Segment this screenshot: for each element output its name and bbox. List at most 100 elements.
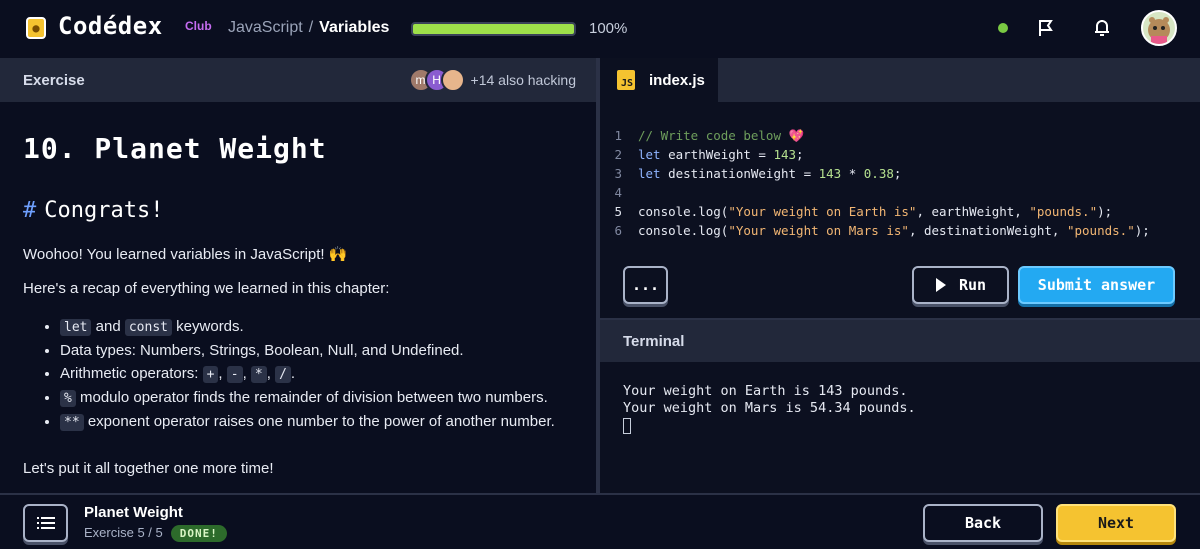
terminal-cursor bbox=[623, 418, 631, 434]
progress-fill bbox=[413, 24, 574, 34]
footer-exercise-progress: Exercise 5 / 5 DONE! bbox=[84, 525, 227, 542]
code-line: 2 let earthWeight = 143; bbox=[600, 145, 1200, 164]
list-item: Data types: Numbers, Strings, Boolean, N… bbox=[60, 339, 573, 362]
code-chip: % bbox=[60, 390, 76, 407]
code-text: console.log( bbox=[638, 204, 729, 219]
line-number: 1 bbox=[614, 128, 622, 143]
code-text: ); bbox=[1134, 223, 1150, 238]
logo-coin-icon[interactable]: ● bbox=[26, 17, 46, 39]
list-text: and bbox=[95, 318, 121, 335]
code-string: "Your weight on Mars is" bbox=[728, 223, 909, 238]
list-item: % modulo operator finds the remainder of… bbox=[60, 386, 573, 410]
list-sep: , bbox=[218, 365, 223, 382]
file-tab-label: index.js bbox=[649, 71, 705, 89]
logo-text[interactable]: Codédex bbox=[58, 12, 163, 40]
breadcrumb-separator: / bbox=[308, 19, 314, 36]
code-text: ; bbox=[796, 147, 804, 162]
code-string: "pounds." bbox=[1066, 223, 1135, 238]
list-item: ** exponent operator raises one number t… bbox=[60, 410, 573, 434]
online-status-dot bbox=[998, 23, 1008, 33]
next-button[interactable]: Next bbox=[1056, 504, 1176, 542]
list-item: Arithmetic operators: +, -, *, /. bbox=[60, 362, 573, 386]
code-line: 5 console.log("Your weight on Earth is", … bbox=[600, 202, 1200, 221]
list-text: exponent operator raises one number to t… bbox=[87, 413, 555, 430]
play-icon bbox=[935, 278, 946, 292]
code-text: , destinationWeight, bbox=[908, 223, 1067, 238]
line-number: 3 bbox=[614, 166, 622, 181]
code-chip: const bbox=[124, 319, 172, 336]
list-text: Arithmetic operators: bbox=[60, 365, 199, 382]
code-chip: / bbox=[275, 366, 291, 383]
list-end: . bbox=[290, 365, 296, 382]
exercise-content: 10. Planet Weight # Congrats! Woohoo! You… bbox=[0, 132, 596, 479]
bell-icon[interactable] bbox=[1090, 16, 1114, 40]
file-tab[interactable]: JS index.js bbox=[600, 58, 718, 102]
breadcrumb-current[interactable]: Variables bbox=[319, 19, 389, 36]
terminal-bar: Terminal bbox=[600, 318, 1200, 362]
code-number: 143 bbox=[773, 147, 797, 162]
code-number: 143 bbox=[818, 166, 842, 181]
exercise-progress-text: Exercise 5 / 5 bbox=[84, 525, 163, 540]
back-button[interactable]: Back bbox=[923, 504, 1043, 542]
code-chip: - bbox=[226, 366, 243, 383]
more-options-button[interactable]: ... bbox=[623, 266, 668, 304]
code-editor: JS index.js 1 // Write code below 💖 2 let … bbox=[600, 58, 1200, 318]
code-chip: ** bbox=[60, 414, 84, 431]
code-text: ); bbox=[1097, 204, 1113, 219]
exercise-panel: Exercise m H +14 also hacking 10. Planet… bbox=[0, 58, 596, 493]
exercise-list-button[interactable] bbox=[23, 504, 68, 542]
also-hacking-count: +14 also hacking bbox=[470, 72, 576, 88]
code-text: , earthWeight, bbox=[916, 204, 1030, 219]
line-number: 6 bbox=[614, 223, 622, 238]
list-text: keywords. bbox=[176, 318, 244, 335]
hacker-avatar-photo bbox=[440, 68, 465, 92]
heading-hash: # bbox=[23, 198, 37, 223]
exercise-panel-bar: Exercise m H +14 also hacking bbox=[0, 58, 596, 102]
exercise-panel-title: Exercise bbox=[23, 71, 85, 89]
section-heading-text: Congrats! bbox=[44, 198, 164, 223]
list-sep: , bbox=[242, 365, 247, 382]
progress-bar bbox=[411, 22, 576, 36]
top-header: ● Codédex Club JavaScript / Variables 100% bbox=[0, 0, 1200, 58]
breadcrumb-course[interactable]: JavaScript bbox=[228, 19, 303, 36]
exercise-title: 10. Planet Weight bbox=[23, 132, 327, 165]
code-line: 6 console.log("Your weight on Mars is", d… bbox=[600, 221, 1200, 240]
code-text: ; bbox=[893, 166, 902, 181]
js-file-icon: JS bbox=[617, 70, 635, 90]
code-string: "Your weight on Earth is" bbox=[728, 204, 917, 219]
run-button-label: Run bbox=[958, 276, 987, 294]
line-number: 5 bbox=[614, 204, 622, 219]
terminal-output[interactable]: Your weight on Earth is 143 pounds. Your … bbox=[600, 362, 1200, 460]
terminal-panel: Terminal Your weight on Earth is 143 pou… bbox=[600, 318, 1200, 493]
user-avatar[interactable] bbox=[1141, 10, 1177, 46]
list-item: let and const keywords. bbox=[60, 315, 573, 339]
logo-club-badge: Club bbox=[185, 19, 212, 33]
code-keyword: let bbox=[638, 147, 661, 162]
code-area[interactable]: 1 // Write code below 💖 2 let earthWeight … bbox=[600, 126, 1200, 240]
code-line: 1 // Write code below 💖 bbox=[600, 126, 1200, 145]
terminal-line: Your weight on Earth is 143 pounds. bbox=[623, 383, 908, 399]
code-number: 0.38 bbox=[863, 166, 894, 181]
footer-exercise-title: Planet Weight bbox=[84, 504, 183, 521]
section-heading: # Congrats! bbox=[23, 198, 573, 223]
terminal-line: Your weight on Mars is 54.34 pounds. bbox=[623, 400, 916, 416]
line-number: 4 bbox=[614, 185, 622, 200]
done-status-badge: DONE! bbox=[170, 525, 227, 542]
breadcrumb: JavaScript / Variables bbox=[228, 19, 389, 37]
footer-bar: Planet Weight Exercise 5 / 5 DONE! Back N… bbox=[0, 493, 1200, 549]
run-button[interactable]: Run bbox=[912, 266, 1009, 304]
editor-tabbar: JS index.js bbox=[600, 58, 1200, 102]
closing-text: Let's put it all together one more time! bbox=[23, 460, 274, 477]
intro-text: Woohoo! You learned variables in JavaScr… bbox=[23, 246, 348, 263]
code-text: * bbox=[841, 166, 864, 181]
recap-list: let and const keywords. Data types: Numb… bbox=[23, 315, 573, 434]
code-keyword: let bbox=[638, 166, 661, 181]
code-text: console.log( bbox=[638, 223, 729, 238]
list-sep: , bbox=[266, 365, 271, 382]
flag-icon[interactable] bbox=[1034, 16, 1058, 40]
also-hacking-group[interactable]: m H +14 also hacking bbox=[408, 68, 576, 92]
code-chip: + bbox=[202, 366, 219, 383]
list-text: modulo operator finds the remainder of d… bbox=[80, 389, 548, 406]
submit-answer-button[interactable]: Submit answer bbox=[1018, 266, 1175, 304]
terminal-title: Terminal bbox=[623, 332, 685, 350]
